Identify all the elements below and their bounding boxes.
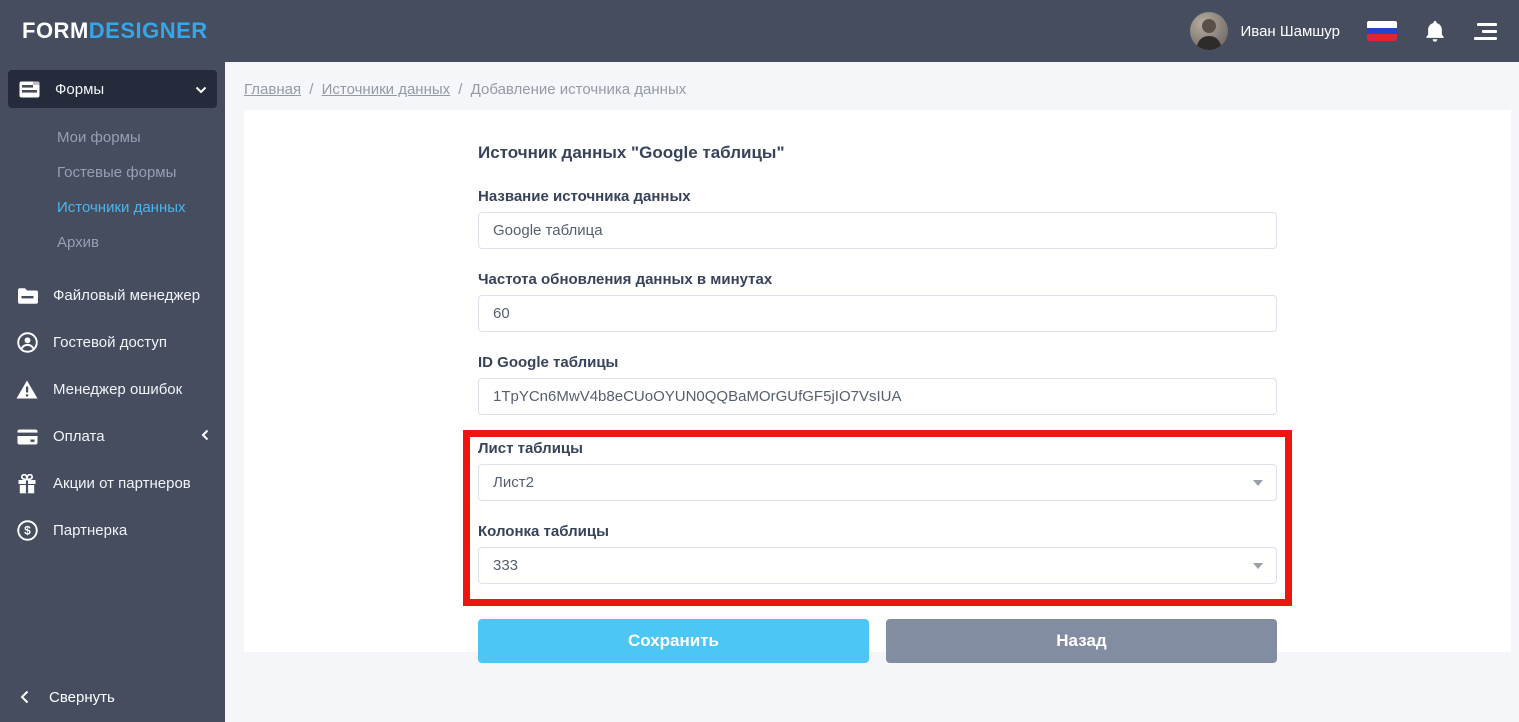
chevron-left-icon [20, 690, 29, 704]
select-sheet [478, 464, 1277, 501]
sidebar-item-label: Формы [55, 80, 105, 98]
field-refresh-frequency: Частота обновления данных в минутах [478, 271, 1277, 332]
save-button[interactable]: Сохранить [478, 619, 869, 663]
sidebar-subitem-архив[interactable]: Архив [0, 225, 225, 260]
sidebar-item-партнерка[interactable]: $ Партнерка [0, 507, 225, 554]
sidebar-item-label: Акции от партнеров [53, 475, 191, 492]
input-wrap-refresh-frequency [478, 295, 1277, 332]
flag-stripe-red [1367, 34, 1397, 41]
flag-stripe-white [1367, 21, 1397, 28]
breadcrumb-item-1[interactable]: Источники данных [322, 81, 451, 98]
breadcrumb: Главная / Источники данных / Добавление … [225, 62, 1519, 98]
field-google-sheet-id: ID Google таблицы [478, 354, 1277, 415]
input-refresh-frequency[interactable] [478, 295, 1277, 332]
user-name[interactable]: Иван Шамшур [1241, 23, 1341, 40]
field-label-sheet: Лист таблицы [478, 440, 583, 457]
field-sheet: Лист таблицы [478, 440, 1277, 501]
sidebar-item-label: Менеджер ошибок [53, 381, 183, 398]
form-buttons-row: Сохранить Назад [478, 619, 1277, 663]
breadcrumb-item-2: Добавление источника данных [470, 81, 687, 98]
sidebar-collapse-button[interactable]: Свернуть [0, 672, 225, 722]
top-bar: FORMDESIGNER Иван Шамшур [0, 0, 1519, 62]
logo-part-designer: DESIGNER [88, 18, 208, 43]
sidebar-item-label: Файловый менеджер [53, 287, 201, 304]
credit-card-icon [16, 429, 38, 445]
sidebar-subitem-гостевые-формы[interactable]: Гостевые формы [0, 155, 225, 190]
chevron-down-icon [195, 81, 207, 98]
sidebar-subitem-источники-данных[interactable]: Источники данных [0, 190, 225, 225]
breadcrumb-separator: / [454, 81, 467, 98]
bell-glyph [1426, 20, 1444, 42]
sidebar-item-label: Партнерка [53, 522, 128, 539]
burger-lines [1473, 22, 1497, 40]
back-button[interactable]: Назад [886, 619, 1277, 663]
highlight-red-box: Лист таблицы Колонка таблицы [463, 430, 1292, 606]
input-source-name[interactable] [478, 212, 1277, 249]
gift-icon [16, 473, 38, 494]
sidebar-item-label: Гостевой доступ [53, 334, 167, 351]
sidebar-item-гостевой-доступ[interactable]: Гостевой доступ [0, 319, 225, 366]
breadcrumb-item-0[interactable]: Главная [244, 81, 301, 98]
notifications-bell-icon[interactable] [1424, 19, 1446, 43]
app-logo[interactable]: FORMDESIGNER [22, 18, 208, 44]
sidebar-subitem-мои-формы[interactable]: Мои формы [0, 120, 225, 155]
main-area: Главная / Источники данных / Добавление … [225, 0, 1519, 663]
folder-icon [16, 287, 38, 304]
user-avatar[interactable] [1189, 12, 1228, 50]
form-icon [18, 81, 40, 98]
select-value-column[interactable] [478, 547, 1277, 584]
input-wrap-source-name [478, 212, 1277, 249]
field-label-google-sheet-id: ID Google таблицы [478, 354, 619, 371]
flag-stripe-blue [1367, 27, 1397, 35]
breadcrumb-separator: / [305, 81, 318, 98]
field-label-source-name: Название источника данных [478, 188, 691, 205]
select-value-sheet[interactable] [478, 464, 1277, 501]
sidebar-item-label: Оплата [53, 428, 105, 445]
content-card: Источник данных "Google таблицы" Названи… [244, 110, 1511, 663]
collapse-label: Свернуть [49, 688, 115, 706]
input-google-sheet-id[interactable] [478, 378, 1277, 415]
sidebar-item-оплата[interactable]: Оплата [0, 413, 225, 460]
form-title: Источник данных "Google таблицы" [478, 143, 785, 162]
user-circle-icon [16, 332, 38, 353]
russia-flag-icon[interactable] [1367, 21, 1397, 41]
dollar-circle-icon: $ [16, 520, 38, 541]
sidebar-submenu: Мои формы Гостевые формы Источники данных А… [0, 116, 225, 272]
input-wrap-google-sheet-id [478, 378, 1277, 415]
logo-part-form: FORM [22, 18, 89, 43]
field-source-name: Название источника данных [478, 188, 1277, 249]
field-label-refresh-frequency: Частота обновления данных в минутах [478, 271, 773, 288]
burger-menu-icon[interactable] [1473, 22, 1497, 40]
sidebar-item-акции-от-партнеров[interactable]: Акции от партнеров [0, 460, 225, 507]
sidebar-item-менеджер-ошибок[interactable]: Менеджер ошибок [0, 366, 225, 413]
data-source-form: Источник данных "Google таблицы" Названи… [463, 110, 1292, 663]
sidebar-item-формы[interactable]: Формы [8, 70, 217, 108]
field-column: Колонка таблицы [478, 523, 1277, 584]
sidebar-item-файловый-менеджер[interactable]: Файловый менеджер [0, 272, 225, 319]
svg-text:$: $ [24, 524, 31, 538]
select-column [478, 547, 1277, 584]
chevron-left-icon [201, 428, 209, 445]
warning-icon [16, 380, 38, 399]
sidebar: Формы Мои формы Гостевые формы Источники да… [0, 62, 225, 722]
avatar-photo [1189, 12, 1228, 50]
field-label-column: Колонка таблицы [478, 523, 609, 540]
